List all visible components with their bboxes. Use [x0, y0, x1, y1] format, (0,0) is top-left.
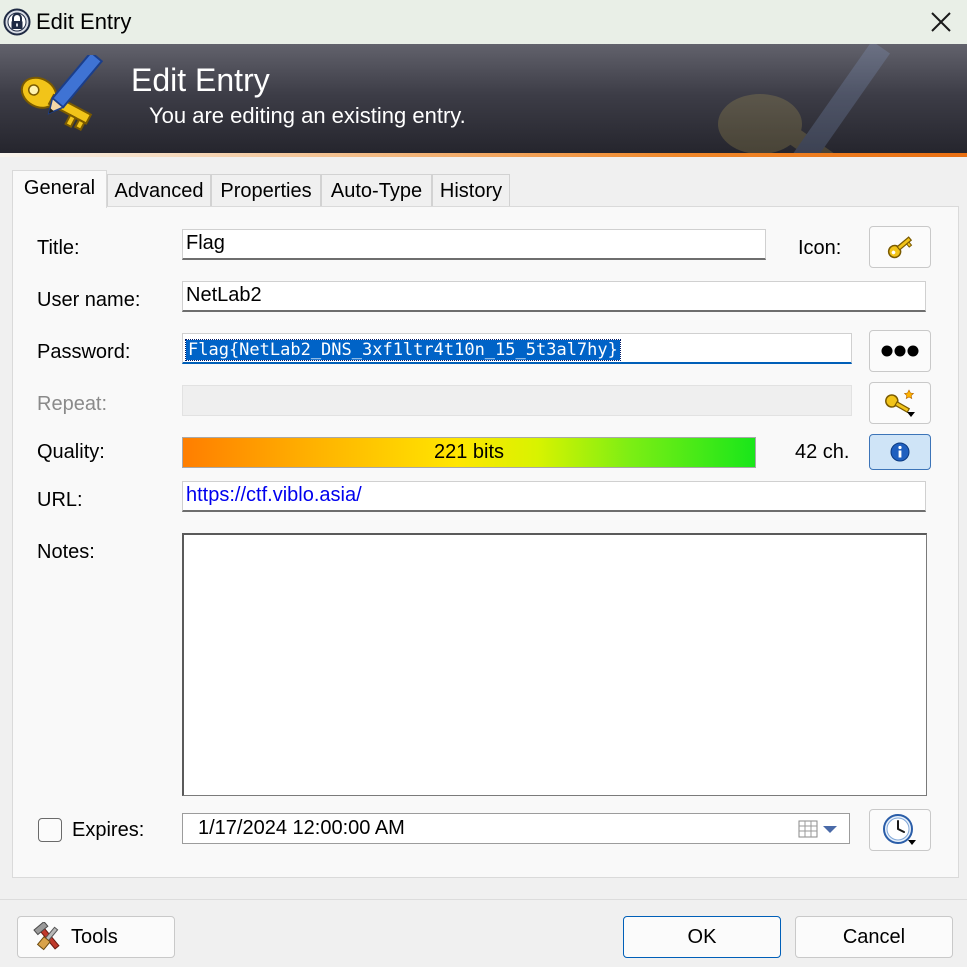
title-field[interactable]: Flag [182, 229, 766, 260]
close-icon [931, 12, 951, 32]
icon-picker-button[interactable] [869, 226, 931, 268]
expiry-date-text: 1/17/2024 12:00:00 AM [198, 817, 405, 839]
username-field[interactable]: NetLab2 [182, 281, 926, 312]
notes-textarea[interactable] [182, 533, 927, 796]
password-length-text: 42 ch. [795, 441, 850, 463]
clock-icon [883, 814, 916, 845]
calendar-dropdown-icon[interactable] [798, 820, 842, 838]
icon-label: Icon: [798, 237, 842, 259]
url-label: URL: [37, 489, 83, 511]
tab-advanced[interactable]: Advanced [107, 174, 211, 206]
username-label: User name: [37, 289, 141, 311]
tab-auto-type[interactable]: Auto-Type [321, 174, 432, 206]
tab-general[interactable]: General [12, 170, 107, 208]
tools-button[interactable]: Tools [17, 916, 175, 958]
toggle-password-visibility-button[interactable] [869, 330, 931, 372]
repeat-label: Repeat: [37, 393, 108, 415]
tools-icon [33, 922, 60, 951]
tab-properties[interactable]: Properties [211, 174, 321, 206]
url-field[interactable]: https://ctf.viblo.asia/ [182, 481, 926, 512]
window-title: Edit Entry [36, 9, 132, 34]
dots-icon [881, 345, 919, 357]
password-label: Password: [37, 341, 131, 363]
notes-label: Notes: [37, 541, 95, 563]
window-titlebar [0, 0, 967, 44]
expiry-date-picker[interactable]: 1/17/2024 12:00:00 AM [182, 813, 850, 844]
banner-title: Edit Entry [131, 62, 270, 98]
edit-entry-key-pencil-icon [20, 55, 104, 131]
quality-label: Quality: [37, 441, 105, 463]
key-icon [887, 236, 913, 259]
tab-history[interactable]: History [432, 174, 510, 206]
password-text-selected: Flag{NetLab2_DNS_3xf1ltr4t10n_15_5t3al7h… [185, 339, 621, 361]
expires-checkbox[interactable] [38, 818, 62, 842]
quality-bits-text: 221 bits [433, 441, 505, 463]
keepass-lock-icon [3, 8, 31, 36]
expires-label: Expires: [72, 819, 145, 841]
cancel-button[interactable]: Cancel [795, 916, 953, 958]
info-icon [890, 442, 910, 462]
banner-subtitle: You are editing an existing entry. [149, 103, 466, 128]
generate-password-button[interactable] [869, 382, 931, 424]
key-generator-icon [885, 389, 915, 417]
title-label: Title: [37, 237, 80, 259]
banner-accent-line [0, 153, 967, 157]
quality-info-button[interactable] [869, 434, 931, 470]
footer-separator [0, 899, 967, 900]
password-field[interactable]: Flag{NetLab2_DNS_3xf1ltr4t10n_15_5t3al7h… [182, 333, 852, 364]
repeat-password-field [182, 385, 852, 416]
expiry-presets-button[interactable] [869, 809, 931, 851]
tools-button-label: Tools [71, 925, 118, 948]
key-pencil-watermark-icon [718, 44, 890, 156]
close-button[interactable] [916, 2, 966, 42]
ok-button[interactable]: OK [623, 916, 781, 958]
password-quality-bar: 221 bits [182, 437, 756, 468]
